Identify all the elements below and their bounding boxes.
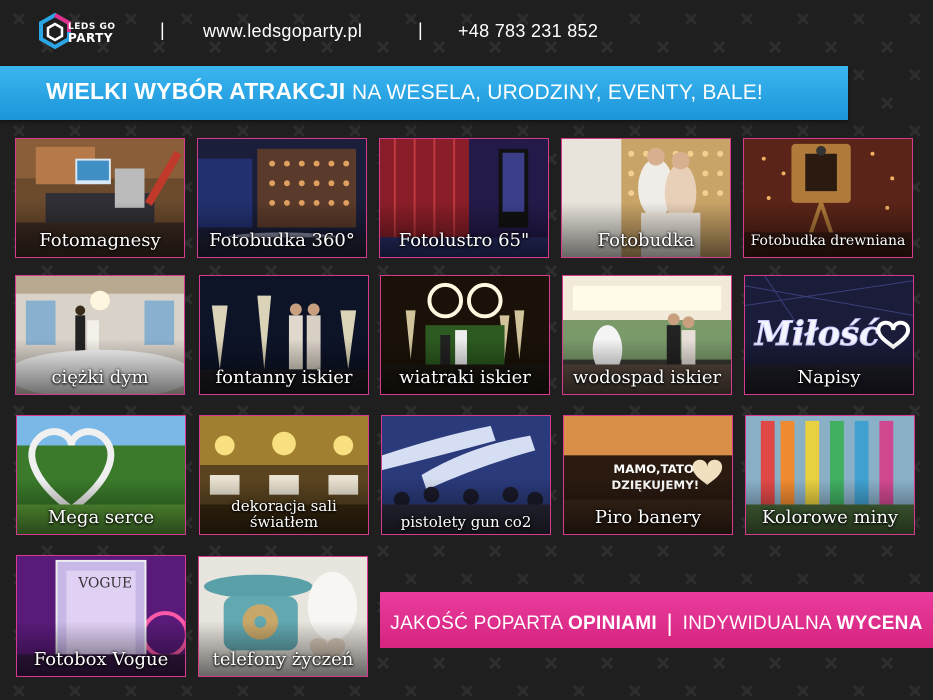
quality-part1: Jakość poparta — [390, 613, 563, 634]
tile-fontanny-iskier[interactable]: fontanny iskier — [199, 275, 369, 395]
quality-part2-bold: wycena — [836, 613, 923, 634]
website-link[interactable]: www.ledsgoparty.pl — [203, 21, 362, 42]
tile-label: ciężki dym — [51, 367, 149, 388]
tile-dekoracja-sali[interactable]: dekoracja sali światłem — [199, 415, 369, 535]
header-separator: | — [160, 20, 165, 40]
tile-pistolety-gun-co2[interactable]: pistolety gun co2 — [381, 415, 551, 535]
tile-fotobudka[interactable]: Fotobudka — [561, 138, 731, 258]
tile-label: Piro banery — [594, 507, 702, 528]
tile-fotobox-vogue[interactable]: VOGUE Fotobox Vogue — [16, 555, 186, 677]
quality-banner: Jakość poparta opiniami | Indywidualna w… — [380, 592, 933, 648]
logo[interactable]: LEDS GO PARTY — [38, 8, 128, 52]
tile-telefony-zyczen[interactable]: telefony życzeń — [198, 556, 368, 677]
tile-label: Fotomagnesy — [39, 230, 161, 251]
tile-mega-serce[interactable]: Mega serce — [16, 415, 186, 535]
tile-label: Fotobudka — [597, 230, 695, 251]
logo-text: LEDS GO PARTY — [68, 22, 116, 44]
header-separator: | — [418, 20, 423, 40]
logo-line2: PARTY — [68, 31, 114, 45]
tile-label: pistolety gun co2 — [400, 513, 532, 531]
tile-ciezki-dym[interactable]: ciężki dym — [15, 275, 185, 395]
tile-napisy[interactable]: Miłość Napisy — [744, 275, 914, 395]
tile-fotomagnesy[interactable]: Fotomagnesy — [15, 138, 185, 258]
svg-text:VOGUE: VOGUE — [77, 576, 132, 592]
tile-label: fontanny iskier — [215, 367, 353, 388]
tile-label: wiatraki iskier — [399, 367, 531, 388]
quality-text: Jakość poparta opiniami | Indywidualna w… — [380, 608, 933, 637]
tile-label: Mega serce — [47, 507, 155, 528]
quality-part1-bold: opiniami — [567, 613, 657, 634]
svg-text:MAMO,TATO: MAMO,TATO — [613, 462, 694, 476]
headline-regular: na wesela, urodziny, eventy, bale! — [351, 81, 763, 104]
tile-label: Napisy — [797, 367, 861, 388]
tile-kolorowe-miny[interactable]: Kolorowe miny — [745, 415, 915, 535]
headline-banner: Wielki wybór atrakcji na wesela, urodzin… — [0, 66, 848, 120]
tile-fotobudka-360[interactable]: Fotobudka 360° — [197, 138, 367, 258]
quality-divider: | — [666, 610, 674, 637]
tile-label: dekoracja sali światłem — [231, 497, 337, 531]
tile-label: Kolorowe miny — [761, 507, 899, 528]
tile-fotolustro-65[interactable]: Fotolustro 65" — [379, 138, 549, 258]
tile-piro-banery[interactable]: MAMO,TATO DZIĘKUJEMY! Piro banery — [563, 415, 733, 535]
header: LEDS GO PARTY | www.ledsgoparty.pl | +48… — [0, 0, 933, 62]
tile-label: Fotobudka drewniana — [750, 233, 906, 249]
tile-wodospad-iskier[interactable]: wodospad iskier — [562, 275, 732, 395]
phone-link[interactable]: +48 783 231 852 — [458, 21, 598, 42]
tile-label: Fotolustro 65" — [398, 230, 530, 251]
headline-bold: Wielki wybór atrakcji — [46, 78, 346, 104]
quality-part2: Indywidualna — [682, 613, 831, 634]
tile-label: wodospad iskier — [572, 367, 722, 388]
hexagon-logo-icon — [39, 12, 71, 50]
tile-fotobudka-drewniana[interactable]: Fotobudka drewniana — [743, 138, 913, 258]
headline-text: Wielki wybór atrakcji na wesela, urodzin… — [46, 78, 763, 105]
tile-label: Fotobox Vogue — [33, 649, 169, 670]
tile-wiatraki-iskier[interactable]: wiatraki iskier — [380, 275, 550, 395]
tile-label: Fotobudka 360° — [209, 230, 355, 251]
tile-label: telefony życzeń — [212, 649, 354, 670]
